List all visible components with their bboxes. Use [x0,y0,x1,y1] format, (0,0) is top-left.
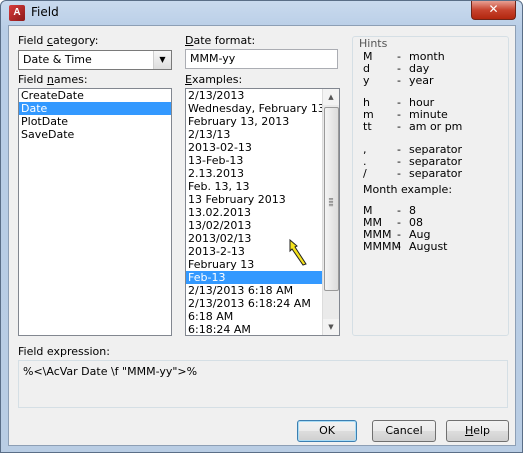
cancel-button[interactable]: Cancel [372,420,436,442]
field-category-value: Date & Time [23,53,92,66]
hint-key: , [363,143,367,156]
hint-key: tt [363,120,372,133]
example-item[interactable]: 13.02.2013 [186,206,322,219]
example-item[interactable]: 2.13.2013 [186,167,322,180]
examples-label: Examples: [185,73,243,86]
grip-icon: ‗ ‗ ‗ [329,191,333,206]
chevron-down-icon[interactable]: ▼ [153,51,171,69]
field-category-dropdown[interactable]: Date & Time ▼ [18,50,172,70]
field-names-label: Field names: [18,73,88,86]
example-item[interactable]: 2013-02-13 [186,141,322,154]
example-item[interactable]: 2/13/13 [186,128,322,141]
example-item[interactable]: Wednesday, February 13, 2013 [186,102,339,115]
ok-button[interactable]: OK [297,420,357,442]
field-expression-label: Field expression: [18,345,110,358]
field-expression-value: %<\AcVar Date \f "MMM-yy">% [23,365,198,378]
month-example-row: MMMM- August [363,241,448,253]
example-item[interactable]: 13 February 2013 [186,193,322,206]
title-bar[interactable]: A Field ✕ [1,1,522,25]
dialog-body: Field category: Date & Time ▼ Field name… [8,25,516,446]
month-key: MMMM [363,240,401,253]
hint-desc: am or pm [409,120,463,133]
scroll-thumb[interactable]: ‗ ‗ ‗ [324,107,339,291]
field-name-item[interactable]: PlotDate [19,115,171,128]
hint-dash: - [397,240,401,253]
example-item[interactable]: Feb-13 [186,271,322,284]
scroll-down-icon[interactable]: ▼ [323,319,339,335]
field-name-item[interactable]: Date [19,102,171,115]
cursor-arrow-icon [289,238,307,266]
hint-key: y [363,74,370,87]
hint-row: / - separator [363,168,462,180]
close-button[interactable]: ✕ [471,1,516,20]
hint-dash: - [397,120,401,133]
field-expression-box[interactable]: %<\AcVar Date \f "MMM-yy">% [18,360,508,408]
field-dialog: A Field ✕ Field category: Date & Time ▼ … [0,0,523,453]
hint-row: tt - am or pm [363,121,462,133]
examples-list[interactable]: 2/13/2013Wednesday, February 13, 2013Feb… [185,88,340,336]
scroll-up-icon[interactable]: ▲ [323,89,339,105]
hints-group: Hints M - month d - day y - year h - hour m - minute tt… [352,36,509,336]
hint-desc: year [409,74,434,87]
field-names-list[interactable]: CreateDate Date PlotDate SaveDate [18,88,172,336]
hints-title: Hints [359,37,388,50]
hint-desc: separator [409,167,463,180]
month-example-title: Month example: [363,183,453,196]
example-item[interactable]: 6:18 AM [186,310,322,323]
hint-row: y - year [363,75,434,87]
date-format-label: Date format: [185,34,256,47]
example-item[interactable]: 6:18:24 AM [186,323,322,335]
example-item[interactable]: 13/02/2013 [186,219,322,232]
hint-key: . [363,155,367,168]
example-item[interactable]: 2/13/2013 6:18 AM [186,284,322,297]
window-title: Field [31,5,59,19]
field-name-item[interactable]: SaveDate [19,128,171,141]
hint-row: M - month [363,51,445,63]
hint-dash: - [397,74,401,87]
examples-scrollbar[interactable]: ▲ ‗ ‗ ‗ ▼ [322,89,339,335]
example-item[interactable]: 13-Feb-13 [186,154,322,167]
date-format-value: MMM-yy [190,52,236,65]
hint-dash: - [397,167,401,180]
date-format-input[interactable]: MMM-yy [185,49,338,69]
field-name-item[interactable]: CreateDate [19,89,171,102]
hint-key: / [363,167,367,180]
help-button[interactable]: Help [446,420,509,442]
field-category-label: Field category: [18,34,99,47]
example-item[interactable]: 2/13/2013 6:18:24 AM [186,297,322,310]
example-item[interactable]: 2/13/2013 [186,89,322,102]
example-item[interactable]: Feb. 13, 13 [186,180,322,193]
autocad-app-icon: A [9,5,25,21]
month-desc: August [409,240,448,253]
example-item[interactable]: February 13, 2013 [186,115,322,128]
